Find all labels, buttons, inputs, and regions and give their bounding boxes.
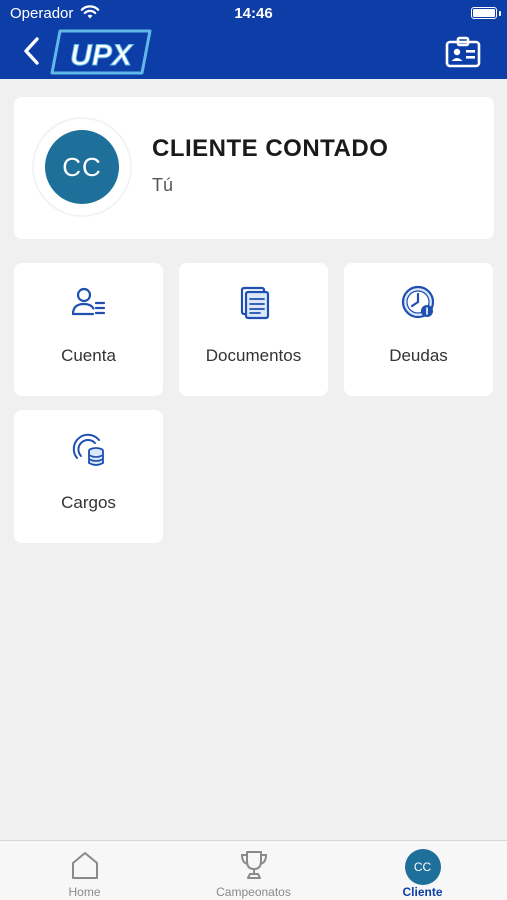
tab-cliente[interactable]: CC Cliente (338, 841, 507, 900)
tab-campeonatos[interactable]: Campeonatos (169, 841, 338, 900)
avatar-ring: CC (34, 119, 130, 215)
back-chevron-icon[interactable] (20, 35, 44, 67)
tile-deudas[interactable]: Deudas (344, 263, 493, 396)
upx-logo: UPX (50, 29, 152, 75)
tab-label: Campeonatos (216, 885, 291, 899)
home-icon (71, 852, 98, 879)
top-bar: Operador 14:46 UPX (0, 0, 507, 79)
clock: 14:46 (234, 5, 273, 22)
battery-icon (471, 7, 497, 19)
profile-card: CC CLIENTE CONTADO Tú (14, 97, 494, 239)
trophy-icon (240, 851, 267, 879)
documents-icon (240, 286, 269, 320)
tile-label: Cargos (61, 493, 116, 512)
tile-label: Documentos (205, 346, 302, 365)
profile-subtitle: Tú (152, 175, 174, 195)
status-bar: Operador 14:46 (0, 0, 507, 28)
tile-label: Cuenta (61, 346, 116, 365)
tab-label: Home (68, 885, 101, 899)
tab-avatar: CC (404, 849, 441, 885)
charges-coins-icon (72, 433, 104, 466)
tab-home[interactable]: Home (0, 841, 169, 900)
id-card-icon[interactable] (445, 36, 481, 68)
tab-label: Cliente (402, 885, 443, 899)
tile-label: Deudas (389, 346, 448, 365)
logo-text: UPX (70, 39, 134, 72)
profile-name: CLIENTE CONTADO (152, 135, 389, 162)
account-icon (71, 287, 105, 316)
tile-cuenta[interactable]: Cuenta (14, 263, 163, 396)
debts-clock-icon (401, 285, 434, 319)
tile-documentos[interactable]: Documentos (179, 263, 328, 396)
tile-cargos[interactable]: Cargos (14, 410, 163, 543)
tab-bar: Home Campeonatos CC Cliente (0, 840, 507, 900)
battery-tip (499, 11, 501, 16)
avatar: CC (45, 130, 119, 204)
